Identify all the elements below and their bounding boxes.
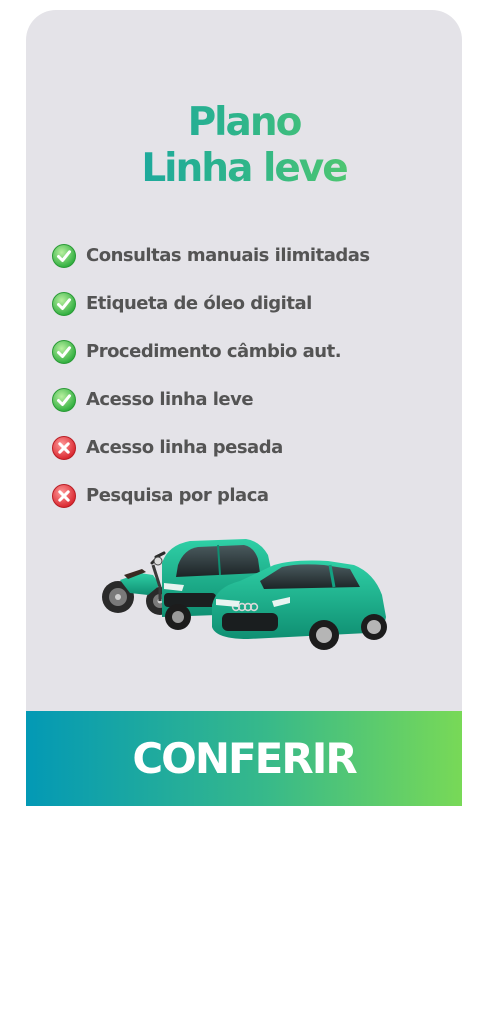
vehicles-illustration [102, 539, 387, 650]
feature-label: Acesso linha leve [86, 389, 254, 410]
feature-item: Procedimento câmbio aut. [52, 339, 432, 387]
feature-label: Etiqueta de óleo digital [86, 293, 312, 314]
feature-item: Etiqueta de óleo digital [52, 291, 432, 339]
check-icon [52, 388, 76, 412]
feature-item: Acesso linha pesada [52, 435, 432, 483]
cross-icon [52, 436, 76, 460]
feature-list: Consultas manuais ilimitadas Etiqueta de… [52, 243, 432, 531]
feature-label: Procedimento câmbio aut. [86, 341, 342, 362]
check-icon [52, 340, 76, 364]
check-icon [52, 244, 76, 268]
feature-label: Pesquisa por placa [86, 485, 269, 506]
feature-label: Consultas manuais ilimitadas [86, 245, 370, 266]
feature-item: Acesso linha leve [52, 387, 432, 435]
conferir-button[interactable]: CONFERIR [26, 711, 462, 806]
feature-item: Consultas manuais ilimitadas [52, 243, 432, 291]
cross-icon [52, 484, 76, 508]
conferir-button-label: CONFERIR [132, 734, 357, 783]
feature-label: Acesso linha pesada [86, 437, 283, 458]
check-icon [52, 292, 76, 316]
plan-title-line-1: Plano [187, 100, 301, 145]
plan-title: Plano Linha leve [26, 100, 462, 192]
plan-title-line-2: Linha leve [141, 146, 347, 191]
feature-item: Pesquisa por placa [52, 483, 432, 531]
